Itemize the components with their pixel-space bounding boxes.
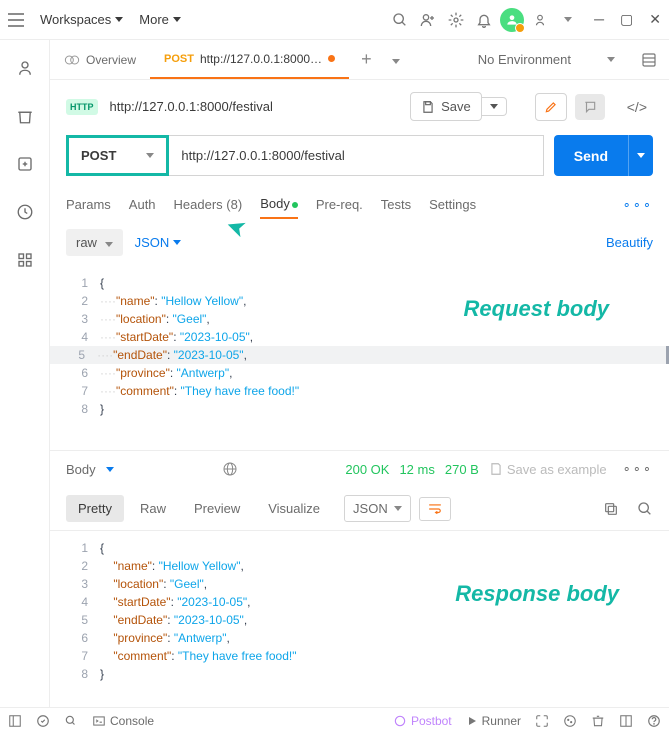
more-label: More: [139, 12, 169, 27]
two-pane-icon[interactable]: [619, 714, 633, 728]
chevron-down-icon[interactable]: [554, 6, 582, 34]
tab-auth[interactable]: Auth: [129, 191, 156, 218]
cookies-icon[interactable]: [563, 714, 577, 728]
tab-settings[interactable]: Settings: [429, 191, 476, 218]
postbot-button[interactable]: Postbot: [393, 714, 452, 728]
save-as-example[interactable]: Save as example: [489, 462, 607, 477]
resp-json-label: JSON: [353, 501, 388, 516]
runner-label: Runner: [482, 714, 521, 728]
runner-button[interactable]: Runner: [466, 714, 521, 728]
tab-body-label: Body: [260, 196, 290, 211]
save-ex-label: Save as example: [507, 462, 607, 477]
tab-prereq[interactable]: Pre-req.: [316, 191, 363, 218]
globe-icon[interactable]: [222, 461, 238, 477]
json-label: JSON: [135, 235, 170, 250]
body-type-raw[interactable]: raw: [66, 229, 123, 256]
wrap-lines-icon[interactable]: [419, 497, 451, 521]
body-lang-json[interactable]: JSON: [135, 235, 182, 250]
resp-visualize[interactable]: Visualize: [256, 495, 332, 522]
resp-raw[interactable]: Raw: [128, 495, 178, 522]
resp-time: 12 ms: [399, 462, 434, 477]
invite-icon[interactable]: [414, 6, 442, 34]
response-body-annotation: Response body: [455, 585, 619, 603]
tab-tests[interactable]: Tests: [381, 191, 411, 218]
url-input[interactable]: [181, 148, 530, 163]
console-button[interactable]: Console: [92, 714, 154, 728]
raw-label: raw: [76, 235, 97, 250]
tab-url: http://127.0.0.1:8000…: [200, 52, 322, 66]
copy-icon[interactable]: [603, 501, 619, 517]
search-icon[interactable]: [386, 6, 414, 34]
new-tab-button[interactable]: +: [349, 49, 384, 70]
find-icon[interactable]: [64, 714, 78, 728]
env-quicklook-icon[interactable]: [629, 52, 669, 68]
beautify-button[interactable]: Beautify: [606, 235, 653, 250]
close-button[interactable]: ✕: [649, 11, 661, 28]
request-body-editor[interactable]: 1{ 2····"name": "Hellow Yellow", 3····"l…: [50, 266, 669, 426]
sidebar-toggle-icon[interactable]: [8, 714, 22, 728]
workspaces-menu[interactable]: Workspaces: [32, 12, 131, 27]
profile-icon[interactable]: [15, 58, 35, 78]
send-chevron[interactable]: [628, 135, 653, 176]
resp-size: 270 B: [445, 462, 479, 477]
status-code: 200 OK: [345, 462, 389, 477]
method-label: POST: [81, 148, 116, 163]
resp-more[interactable]: ∘∘∘: [623, 461, 653, 477]
method-selector[interactable]: POST: [66, 135, 169, 176]
more-menu[interactable]: More: [131, 12, 189, 27]
env-label: No Environment: [478, 52, 571, 67]
upgrade-icon[interactable]: [526, 6, 554, 34]
tab-request[interactable]: POST http://127.0.0.1:8000…: [150, 40, 349, 79]
tabs-chevron-icon[interactable]: [384, 52, 408, 67]
workspaces-label: Workspaces: [40, 12, 111, 27]
save-chevron[interactable]: [482, 97, 507, 116]
capture-icon[interactable]: [535, 714, 549, 728]
tab-params[interactable]: Params: [66, 191, 111, 218]
notifications-icon[interactable]: [470, 6, 498, 34]
sync-icon[interactable]: [36, 714, 50, 728]
tab-body[interactable]: Body: [260, 190, 298, 219]
search-response-icon[interactable]: [637, 501, 653, 517]
http-badge: HTTP: [66, 99, 98, 115]
save-label: Save: [441, 99, 471, 114]
subtabs-more[interactable]: ∘∘∘: [623, 197, 653, 213]
hamburger-icon[interactable]: [8, 13, 32, 27]
maximize-button[interactable]: ▢: [620, 11, 633, 28]
avatar[interactable]: [498, 6, 526, 34]
trash-icon[interactable]: [15, 106, 35, 126]
response-body-viewer[interactable]: 1{ 2 "name": "Hellow Yellow", 3 "locatio…: [50, 530, 669, 691]
resp-body-label[interactable]: Body: [66, 462, 96, 477]
help-icon[interactable]: [647, 714, 661, 728]
resp-preview[interactable]: Preview: [182, 495, 252, 522]
comment-button[interactable]: [575, 94, 605, 120]
box-plus-icon[interactable]: [15, 154, 35, 174]
tab-method: POST: [164, 53, 194, 65]
settings-icon[interactable]: [442, 6, 470, 34]
edit-button[interactable]: [535, 93, 567, 121]
trash-footer-icon[interactable]: [591, 714, 605, 728]
code-icon[interactable]: </>: [621, 99, 653, 115]
history-icon[interactable]: [15, 202, 35, 222]
send-button[interactable]: Send: [554, 135, 628, 176]
resp-pretty[interactable]: Pretty: [66, 495, 124, 522]
console-label: Console: [110, 714, 154, 728]
url-breadcrumb[interactable]: http://127.0.0.1:8000/festival: [106, 99, 403, 114]
request-body-annotation: Request body: [464, 300, 609, 318]
tab-overview-label: Overview: [86, 53, 136, 67]
postbot-label: Postbot: [411, 714, 452, 728]
grid-icon[interactable]: [15, 250, 35, 270]
resp-lang-select[interactable]: JSON: [344, 495, 411, 522]
minimize-button[interactable]: ─: [594, 11, 604, 28]
environment-selector[interactable]: No Environment: [464, 52, 629, 67]
save-button[interactable]: Save: [410, 92, 482, 121]
tab-overview[interactable]: Overview: [50, 40, 150, 79]
unsaved-dot-icon: [328, 55, 335, 62]
